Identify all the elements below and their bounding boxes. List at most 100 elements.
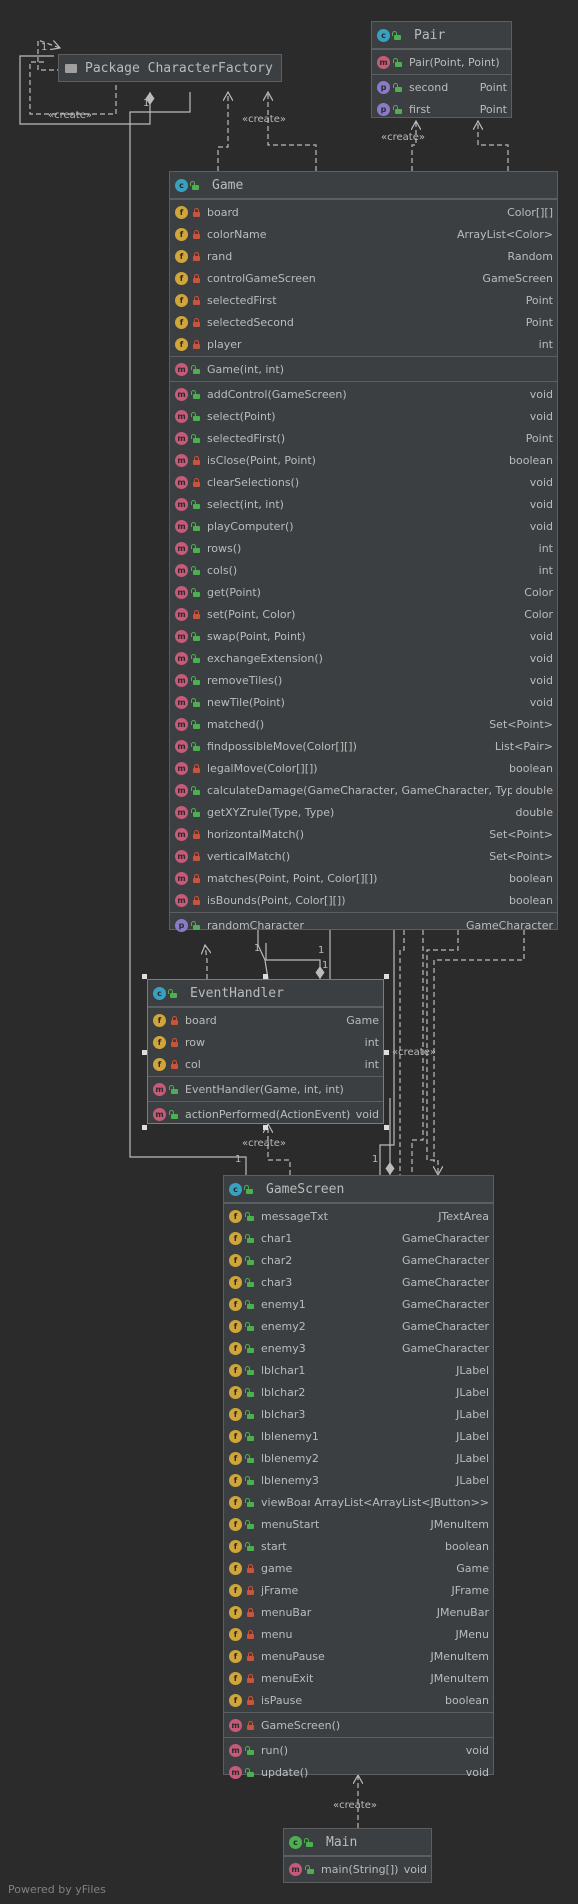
field-row[interactable]: f controlGameScreen GameScreen	[170, 267, 557, 289]
member-name: select(Point)	[207, 409, 276, 423]
method-row[interactable]: m findpossibleMove(Color[][]) List<Pair>	[170, 735, 557, 757]
selection-handle[interactable]	[384, 974, 389, 979]
field-row[interactable]: f player int	[170, 333, 557, 355]
public-icon	[245, 1211, 255, 1221]
main-class-icon: c	[289, 1835, 302, 1849]
field-row[interactable]: f board Color[][]	[170, 201, 557, 223]
method-row[interactable]: m clearSelections() void	[170, 471, 557, 493]
field-row[interactable]: f col int	[148, 1053, 383, 1075]
selection-handle[interactable]	[142, 1050, 147, 1055]
method-row[interactable]: m exchangeExtension() void	[170, 647, 557, 669]
method-row[interactable]: m removeTiles() void	[170, 669, 557, 691]
class-game[interactable]: c Game f board Color[][] f colorName ArrayLis…	[169, 171, 558, 932]
property-row[interactable]: p second Point	[372, 76, 511, 98]
member-name: board	[207, 205, 239, 219]
method-row[interactable]: m playComputer() void	[170, 515, 557, 537]
field-row[interactable]: f menuStart JMenuItem	[224, 1513, 493, 1535]
method-row[interactable]: m addControl(GameScreen) void	[170, 383, 557, 405]
member-type: void	[529, 519, 553, 533]
method-row[interactable]: m verticalMatch() Set<Point>	[170, 845, 557, 867]
public-icon	[191, 433, 201, 443]
field-row[interactable]: f menuExit JMenuItem	[224, 1667, 493, 1689]
field-row[interactable]: f lblenemy1 JLabel	[224, 1425, 493, 1447]
member-type: Point	[525, 315, 553, 329]
method-row[interactable]: m getXYZrule(Type, Type) double	[170, 801, 557, 823]
method-row[interactable]: m calculateDamage(GameCharacter, GameChar…	[170, 779, 557, 801]
method-row[interactable]: m horizontalMatch() Set<Point>	[170, 823, 557, 845]
field-row[interactable]: f lblenemy3 JLabel	[224, 1469, 493, 1491]
selection-handle[interactable]	[263, 974, 268, 979]
constructor-row[interactable]: m EventHandler(Game, int, int)	[148, 1078, 383, 1100]
field-row[interactable]: f menu JMenu	[224, 1623, 493, 1645]
class-eventhandler[interactable]: c EventHandler f board Game f row int f col int …	[147, 979, 384, 1124]
method-row[interactable]: m newTile(Point) void	[170, 691, 557, 713]
field-row[interactable]: f jFrame JFrame	[224, 1579, 493, 1601]
field-row[interactable]: f selectedSecond Point	[170, 311, 557, 333]
property-row[interactable]: p first Point	[372, 98, 511, 120]
field-row[interactable]: f selectedFirst Point	[170, 289, 557, 311]
selection-handle[interactable]	[263, 1125, 268, 1130]
field-row[interactable]: f char2 GameCharacter	[224, 1249, 493, 1271]
selection-handle[interactable]	[142, 1125, 147, 1130]
class-pair[interactable]: c Pair m Pair(Point, Point) p second Point…	[371, 21, 512, 118]
field-row[interactable]: f row int	[148, 1031, 383, 1053]
field-row[interactable]: f menuBar JMenuBar	[224, 1601, 493, 1623]
field-row[interactable]: f lblchar2 JLabel	[224, 1381, 493, 1403]
constructor-row[interactable]: m Game(int, int)	[170, 358, 557, 380]
field-row[interactable]: f enemy1 GameCharacter	[224, 1293, 493, 1315]
field-row[interactable]: f messageTxt JTextArea	[224, 1205, 493, 1227]
method-row[interactable]: m select(Point) void	[170, 405, 557, 427]
field-row[interactable]: f viewBoardArrayList<ArrayList<JButton>>	[224, 1491, 493, 1513]
field-row[interactable]: f isPause boolean	[224, 1689, 493, 1711]
member-name: controlGameScreen	[207, 271, 316, 285]
method-row[interactable]: m main(String[]) void	[284, 1858, 431, 1880]
field-row[interactable]: f start boolean	[224, 1535, 493, 1557]
method-row[interactable]: m swap(Point, Point) void	[170, 625, 557, 647]
field-row[interactable]: f enemy3 GameCharacter	[224, 1337, 493, 1359]
field-row[interactable]: f menuPause JMenuItem	[224, 1645, 493, 1667]
method-row[interactable]: m cols() int	[170, 559, 557, 581]
field-icon: f	[229, 1693, 242, 1707]
field-row[interactable]: f lblenemy2 JLabel	[224, 1447, 493, 1469]
field-row[interactable]: f char3 GameCharacter	[224, 1271, 493, 1293]
edge-game-package	[217, 92, 228, 171]
field-row[interactable]: f colorName ArrayList<Color>	[170, 223, 557, 245]
method-row[interactable]: m matches(Point, Point, Color[][]) boolean	[170, 867, 557, 889]
member-name: menuExit	[261, 1671, 314, 1685]
package-charactorfactory-node[interactable]: Package CharacterFactory	[58, 54, 282, 82]
method-row[interactable]: m isBounds(Point, Color[][]) boolean	[170, 889, 557, 911]
class-gamescreen[interactable]: c GameScreen f messageTxt JTextArea f char1 G…	[223, 1175, 494, 1779]
method-row[interactable]: m selectedFirst() Point	[170, 427, 557, 449]
field-row[interactable]: f rand Random	[170, 245, 557, 267]
method-icon: m	[175, 893, 188, 907]
method-row[interactable]: m matched() Set<Point>	[170, 713, 557, 735]
member-name: update()	[261, 1765, 309, 1779]
method-row[interactable]: m select(int, int) void	[170, 493, 557, 515]
method-row[interactable]: m isClose(Point, Point) boolean	[170, 449, 557, 471]
member-type: void	[529, 409, 553, 423]
member-type: JLabel	[456, 1429, 489, 1443]
method-row[interactable]: m legalMove(Color[][]) boolean	[170, 757, 557, 779]
field-row[interactable]: f enemy2 GameCharacter	[224, 1315, 493, 1337]
property-row[interactable]: p randomCharacter GameCharacter	[170, 914, 557, 936]
method-row[interactable]: m update() void	[224, 1761, 493, 1783]
selection-handle[interactable]	[142, 974, 147, 979]
member-type: void	[355, 1107, 379, 1121]
method-row[interactable]: m run() void	[224, 1739, 493, 1761]
field-row[interactable]: f board Game	[148, 1009, 383, 1031]
method-row[interactable]: m rows() int	[170, 537, 557, 559]
method-row[interactable]: m set(Point, Color) Color	[170, 603, 557, 625]
constructor-row[interactable]: m Pair(Point, Point)	[372, 51, 511, 73]
field-row[interactable]: f lblchar1 JLabel	[224, 1359, 493, 1381]
selection-handle[interactable]	[384, 1050, 389, 1055]
selection-handle[interactable]	[384, 1125, 389, 1130]
class-main[interactable]: c Main m main(String[]) void	[283, 1828, 432, 1883]
field-row[interactable]: f char1 GameCharacter	[224, 1227, 493, 1249]
method-row[interactable]: m get(Point) Color	[170, 581, 557, 603]
field-row[interactable]: f game Game	[224, 1557, 493, 1579]
public-icon	[191, 521, 201, 531]
field-row[interactable]: f lblchar3 JLabel	[224, 1403, 493, 1425]
constructor-row[interactable]: m GameScreen()	[224, 1714, 493, 1736]
method-row[interactable]: m actionPerformed(ActionEvent) void	[148, 1103, 383, 1125]
member-name: start	[261, 1539, 287, 1553]
